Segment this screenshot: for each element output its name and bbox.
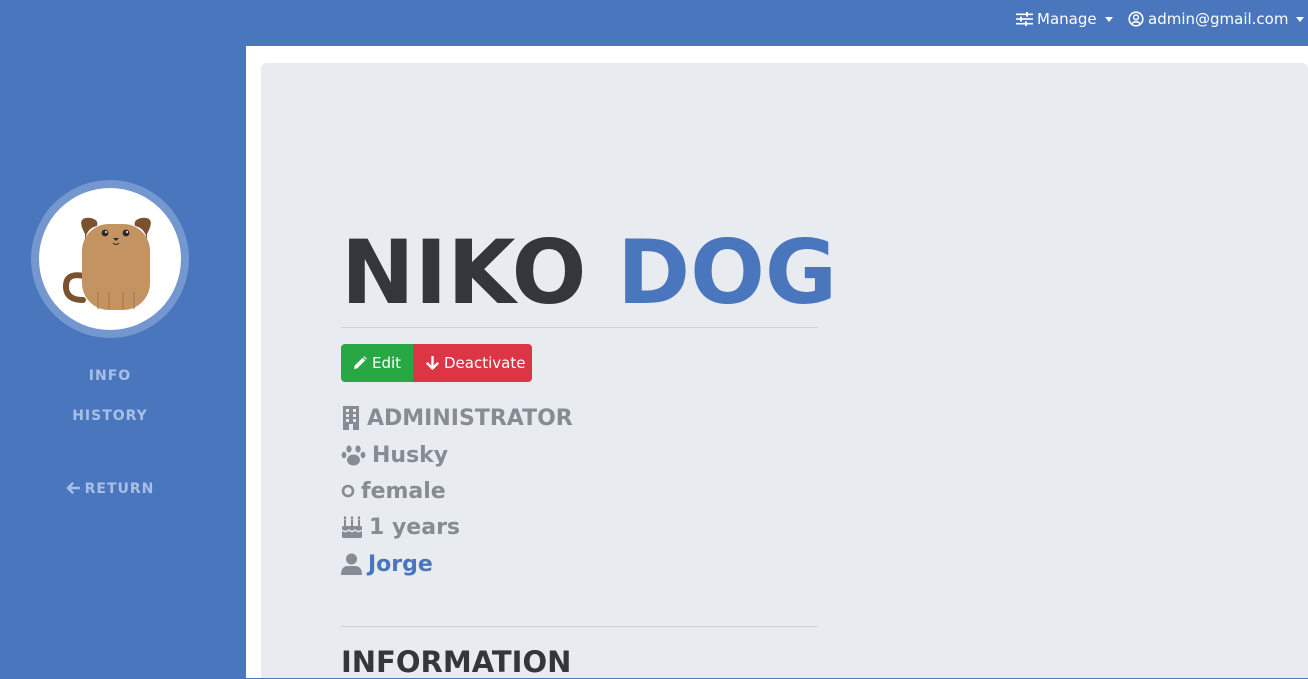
detail-owner: Jorge <box>341 549 433 579</box>
detail-age: 1 years <box>341 512 460 542</box>
birthday-cake-icon <box>341 516 363 538</box>
circle-outline-icon <box>341 484 355 498</box>
role-value: ADMINISTRATOR <box>367 405 573 431</box>
divider <box>341 626 818 627</box>
detail-gender: female <box>341 476 446 506</box>
user-circle-icon <box>1128 11 1144 27</box>
return-label: RETURN <box>84 481 155 497</box>
breed-value: Husky <box>372 442 449 468</box>
manage-label: Manage <box>1037 10 1097 28</box>
profile-panel: NIKO DOG Edit Deactivate ADMINISTRATOR H… <box>261 63 1308 679</box>
age-value: 1 years <box>369 514 461 540</box>
user-icon <box>341 553 362 575</box>
sidebar: INFO HISTORY RETURN <box>0 46 246 678</box>
gender-value: female <box>361 478 446 504</box>
manage-dropdown[interactable]: Manage <box>1016 0 1113 38</box>
sidebar-item-info[interactable]: INFO <box>0 368 220 384</box>
top-navbar: Manage admin@gmail.com <box>0 0 1308 46</box>
chevron-down-icon <box>1296 16 1305 22</box>
sidebar-item-history[interactable]: HISTORY <box>0 408 220 424</box>
main-frame: NIKO DOG Edit Deactivate ADMINISTRATOR H… <box>246 46 1308 679</box>
deactivate-label: Deactivate <box>444 354 526 372</box>
pet-avatar <box>31 180 189 338</box>
pencil-icon <box>354 356 367 369</box>
pet-last-name: DOG <box>617 221 838 324</box>
pet-first-name: NIKO <box>341 221 587 324</box>
chevron-down-icon <box>1104 16 1113 22</box>
information-heading: INFORMATION <box>341 645 572 679</box>
edit-button[interactable]: Edit <box>341 344 413 382</box>
detail-breed: Husky <box>341 440 448 470</box>
deactivate-button[interactable]: Deactivate <box>413 344 532 382</box>
arrow-down-icon <box>426 356 439 370</box>
detail-role: ADMINISTRATOR <box>341 403 573 433</box>
dog-avatar-image <box>62 217 151 310</box>
divider <box>341 327 818 328</box>
edit-label: Edit <box>372 354 402 372</box>
user-email: admin@gmail.com <box>1148 10 1289 28</box>
pet-name-title: NIKO DOG <box>341 223 837 323</box>
arrow-left-icon <box>66 482 80 494</box>
return-link[interactable]: RETURN <box>0 481 220 497</box>
avatar-image-frame <box>39 188 181 330</box>
user-dropdown[interactable]: admin@gmail.com <box>1128 0 1305 38</box>
owner-link[interactable]: Jorge <box>368 552 433 577</box>
building-icon <box>341 406 361 430</box>
sliders-icon <box>1016 12 1033 26</box>
paw-icon <box>341 444 366 466</box>
